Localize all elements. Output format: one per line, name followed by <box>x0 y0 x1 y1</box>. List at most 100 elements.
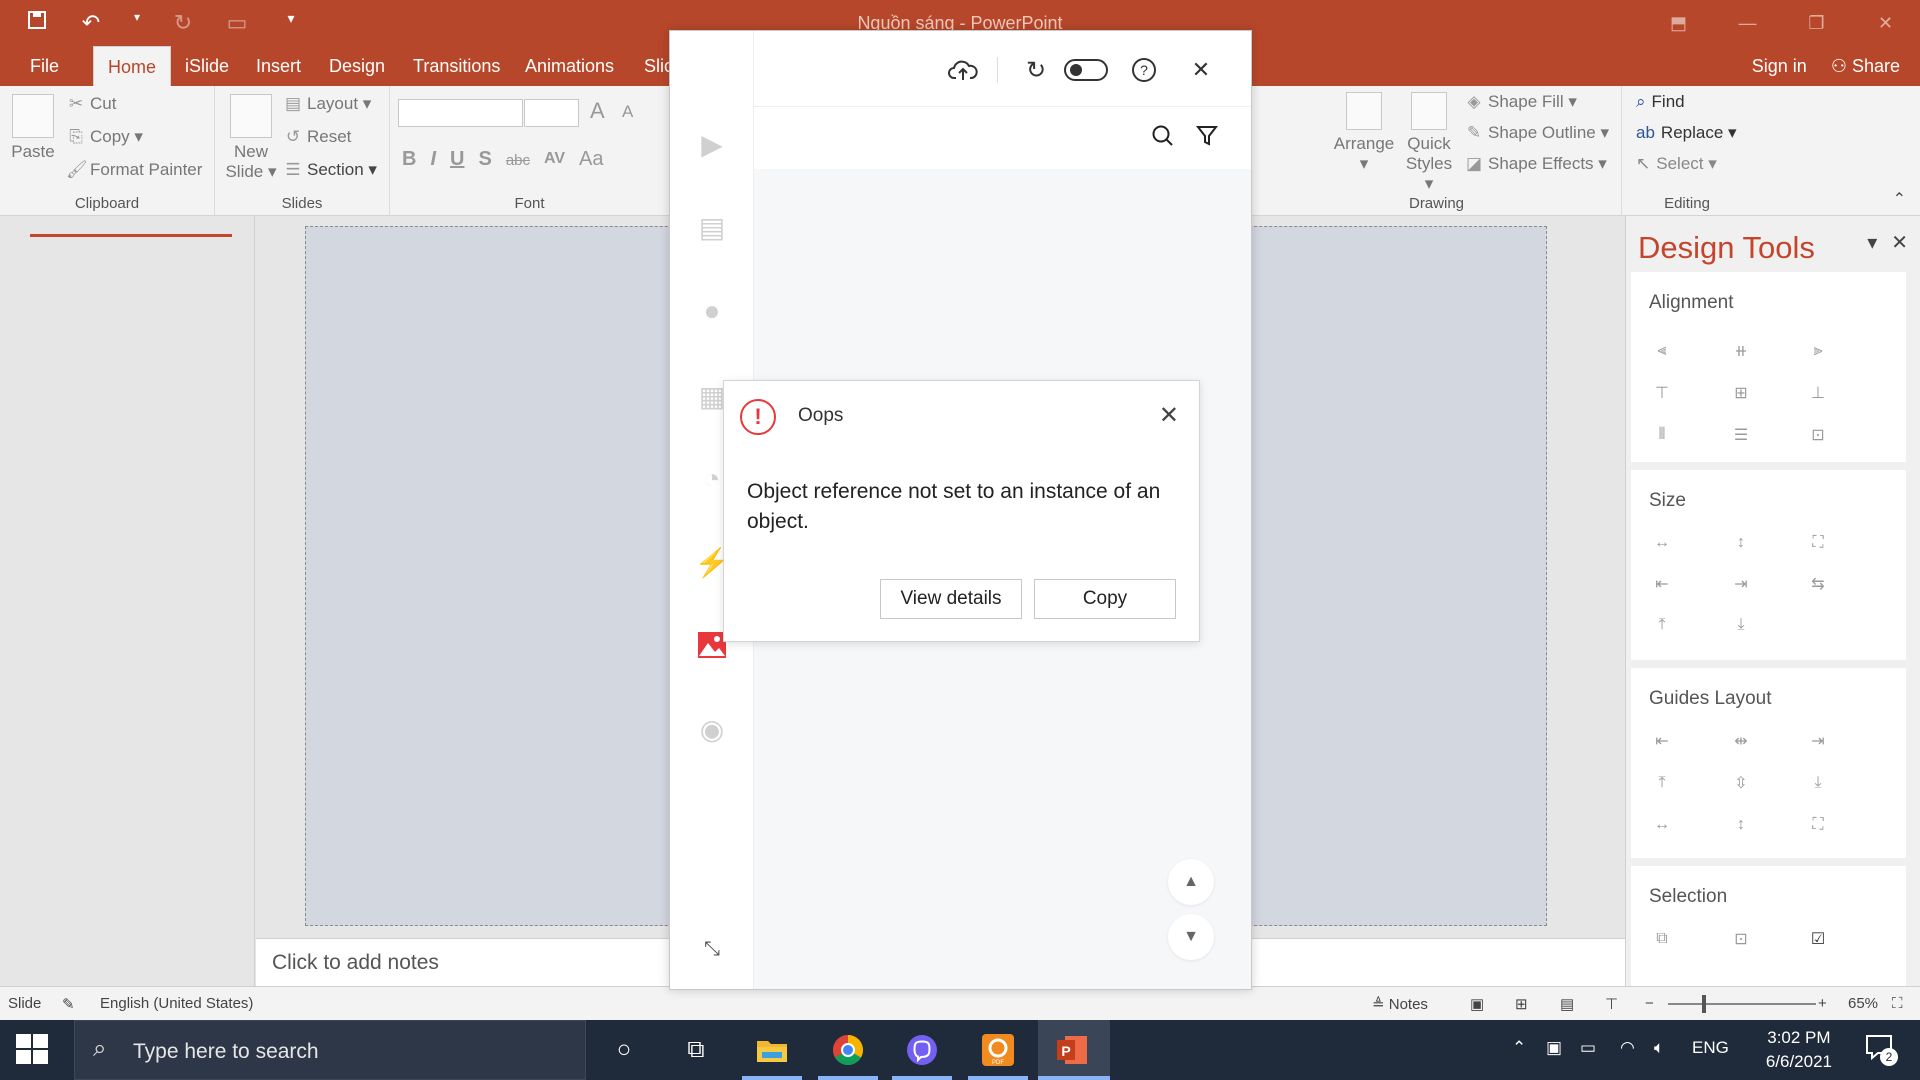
extend-left-icon[interactable]: ⇤ <box>1651 573 1673 595</box>
guide-width-icon[interactable]: ↔ <box>1651 814 1673 836</box>
tab-file[interactable]: File <box>30 46 59 86</box>
slide-thumbnails-pane[interactable] <box>0 216 255 986</box>
reset-button[interactable]: ↺ Reset <box>283 127 352 147</box>
slide-sorter-icon[interactable]: ⊞ <box>1515 995 1528 1013</box>
zoom-slider[interactable] <box>1668 1003 1816 1005</box>
input-language[interactable]: ENG <box>1692 1038 1729 1058</box>
guide-center-horizontal-icon[interactable]: ⇹ <box>1730 730 1752 752</box>
tab-animations[interactable]: Animations <box>525 46 614 86</box>
tab-insert[interactable]: Insert <box>256 46 301 86</box>
tab-islide[interactable]: iSlide <box>185 46 229 86</box>
slide-indicator[interactable]: Slide <box>8 995 41 1012</box>
spell-check-icon[interactable]: ✎ <box>62 995 75 1013</box>
filter-icon[interactable] <box>1190 119 1224 153</box>
refresh-icon[interactable]: ↻ <box>1019 53 1053 87</box>
select-checked-icon[interactable]: ☑ <box>1807 928 1829 950</box>
action-center-icon[interactable]: 2 <box>1864 1032 1898 1066</box>
close-icon[interactable]: ✕ <box>1891 230 1908 255</box>
reading-view-icon[interactable]: ▤ <box>1560 995 1574 1013</box>
find-button[interactable]: ⌕ Find <box>1636 92 1685 112</box>
scroll-up-icon[interactable]: ▲ <box>1168 859 1214 905</box>
scroll-down-icon[interactable]: ▼ <box>1168 914 1214 960</box>
restore-button[interactable]: ❐ <box>1782 0 1851 46</box>
tab-transitions[interactable]: Transitions <box>413 46 500 86</box>
volume-icon[interactable]: 🔈︎ <box>1654 1038 1664 1058</box>
guide-height-icon[interactable]: ↕ <box>1730 814 1752 836</box>
chrome-icon[interactable] <box>828 1030 868 1070</box>
swap-size-icon[interactable]: ⇆ <box>1807 573 1829 595</box>
dialog-close-icon[interactable]: ✕ <box>1159 401 1179 430</box>
layout-icon[interactable]: ▤ <box>694 209 730 245</box>
change-case-button[interactable]: Aa <box>579 148 603 171</box>
notes-button[interactable]: ≜ Notes <box>1372 995 1428 1013</box>
extend-bottom-icon[interactable]: ⤓ <box>1730 614 1752 636</box>
select-same-size-icon[interactable]: ⊡ <box>1730 928 1752 950</box>
taskbar-search-box[interactable]: ⌕ Type here to search <box>74 1020 586 1080</box>
viber-icon[interactable] <box>902 1030 942 1070</box>
align-to-slide-icon[interactable]: ⊡ <box>1807 424 1829 446</box>
section-button[interactable]: ☰ Section ▾ <box>283 160 377 180</box>
shrink-font-button[interactable]: A <box>622 102 633 122</box>
normal-view-icon[interactable]: ▣ <box>1470 995 1484 1013</box>
new-slide-button[interactable]: New Slide ▾ <box>225 94 277 182</box>
extend-right-icon[interactable]: ⇥ <box>1730 573 1752 595</box>
copy-button[interactable]: ⎘ Copy ▾ <box>66 127 143 147</box>
pdf-app-icon[interactable]: PDF <box>978 1030 1018 1070</box>
layout-button[interactable]: ▤ Layout ▾ <box>283 94 371 114</box>
extend-top-icon[interactable]: ⤒ <box>1651 614 1673 636</box>
font-name-select[interactable] <box>398 99 523 127</box>
close-panel-icon[interactable]: ✕ <box>1184 53 1218 87</box>
zoom-slider-thumb[interactable] <box>1702 995 1706 1013</box>
language-indicator[interactable]: English (United States) <box>100 995 253 1012</box>
help-icon[interactable]: ? <box>1127 53 1161 87</box>
format-painter-button[interactable]: 🖌 Format Painter <box>66 160 202 180</box>
bold-button[interactable]: B <box>402 148 416 171</box>
zoom-level[interactable]: 65% <box>1848 995 1878 1012</box>
view-details-button[interactable]: View details <box>880 579 1022 619</box>
shadow-button[interactable]: S <box>478 148 491 171</box>
powerpoint-icon[interactable]: P <box>1052 1030 1092 1070</box>
shape-effects-button[interactable]: ◪ Shape Effects ▾ <box>1464 154 1607 174</box>
shape-outline-button[interactable]: ✎ Shape Outline ▾ <box>1464 123 1609 143</box>
palette-icon[interactable]: ● <box>694 293 730 329</box>
align-bottom-icon[interactable]: ⊥ <box>1807 382 1829 404</box>
same-size-icon[interactable]: ⛶ <box>1807 532 1829 554</box>
minimize-button[interactable]: — <box>1713 0 1782 46</box>
replace-button[interactable]: ab Replace ▾ <box>1636 123 1737 143</box>
file-explorer-icon[interactable] <box>752 1030 792 1070</box>
cortana-icon[interactable]: ○ <box>604 1030 644 1070</box>
strikethrough-button[interactable]: abc <box>506 148 530 171</box>
same-height-icon[interactable]: ↕ <box>1730 532 1752 554</box>
zoom-in-icon[interactable]: + <box>1818 995 1827 1012</box>
quick-styles-button[interactable]: Quick Styles ▾ <box>1402 92 1456 194</box>
device-icon[interactable]: ▣ <box>1546 1038 1562 1058</box>
char-spacing-button[interactable]: AV <box>544 148 565 171</box>
align-left-icon[interactable]: ⫷ <box>1651 340 1673 362</box>
guide-left-icon[interactable]: ⇤ <box>1651 730 1673 752</box>
align-middle-icon[interactable]: ⊞ <box>1730 382 1752 404</box>
align-center-icon[interactable]: ⧺ <box>1730 340 1752 362</box>
grow-font-button[interactable]: A <box>590 98 605 124</box>
brush-icon[interactable]: ◉ <box>694 711 730 747</box>
guide-bottom-icon[interactable]: ⤓ <box>1807 772 1829 794</box>
same-width-icon[interactable]: ↔ <box>1651 532 1673 554</box>
mode-toggle[interactable] <box>1064 59 1108 81</box>
chevron-down-icon[interactable]: ▾ <box>1867 230 1877 255</box>
collapse-ribbon-icon[interactable]: ⌃ <box>1893 189 1906 209</box>
system-clock[interactable]: 3:02 PM 6/6/2021 <box>1766 1026 1832 1074</box>
wifi-icon[interactable]: ◠ <box>1620 1038 1635 1058</box>
share-button[interactable]: ⚇ Share <box>1831 56 1900 77</box>
guide-center-vertical-icon[interactable]: ⇳ <box>1730 772 1752 794</box>
distribute-vertical-icon[interactable]: ☰ <box>1730 424 1752 446</box>
font-size-select[interactable] <box>524 99 579 127</box>
shape-fill-button[interactable]: ◈ Shape Fill ▾ <box>1464 92 1576 112</box>
paste-button[interactable]: Paste <box>8 94 58 162</box>
tab-home[interactable]: Home <box>93 46 172 86</box>
align-right-icon[interactable]: ⫸ <box>1807 340 1829 362</box>
copy-error-button[interactable]: Copy <box>1034 579 1176 619</box>
battery-icon[interactable]: ▭ <box>1580 1038 1596 1058</box>
guide-top-icon[interactable]: ⤒ <box>1651 772 1673 794</box>
underline-button[interactable]: U <box>450 148 464 171</box>
cloud-upload-icon[interactable] <box>946 53 980 87</box>
select-similar-icon[interactable]: ⧉ <box>1651 928 1673 950</box>
